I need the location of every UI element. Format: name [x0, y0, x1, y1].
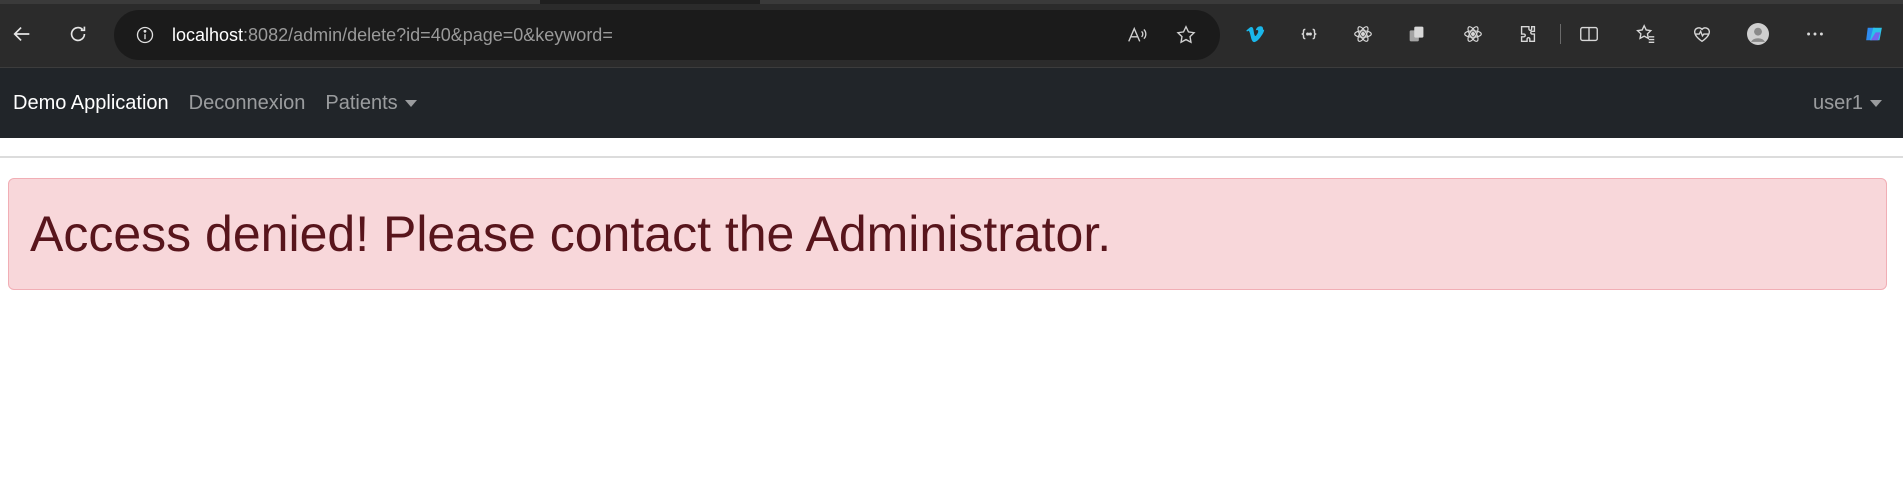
- vimeo-icon[interactable]: [1241, 20, 1269, 48]
- copilot-icon[interactable]: [1860, 20, 1888, 48]
- nav-link-deconnexion[interactable]: Deconnexion: [189, 92, 306, 115]
- access-denied-alert: Access denied! Please contact the Admini…: [8, 178, 1887, 290]
- browser-toolbar: localhost:8082/admin/delete?id=40&page=0…: [0, 0, 1903, 68]
- favorites-icon[interactable]: [1632, 20, 1660, 48]
- health-icon[interactable]: [1688, 20, 1716, 48]
- extensions-icon[interactable]: [1514, 20, 1542, 48]
- refresh-button[interactable]: [58, 14, 98, 54]
- tab-strip: [0, 0, 1903, 4]
- copy-icon[interactable]: [1403, 20, 1431, 48]
- toolbar-divider: [1560, 24, 1561, 44]
- react-icon[interactable]: [1459, 20, 1487, 48]
- read-aloud-icon[interactable]: [1125, 23, 1149, 47]
- star-icon[interactable]: [1174, 23, 1198, 47]
- alert-message: Access denied! Please contact the Admini…: [30, 206, 1112, 262]
- react-icon[interactable]: [1349, 20, 1377, 48]
- url-path: :8082/admin/delete?id=40&page=0&keyword=: [243, 24, 613, 45]
- nav-link-label: Deconnexion: [188, 91, 306, 114]
- nav-dropdown-patients[interactable]: Patients: [325, 91, 417, 115]
- tab-left[interactable]: [0, 0, 540, 4]
- code-brackets-icon[interactable]: [1295, 20, 1323, 48]
- refresh-icon: [70, 26, 86, 42]
- info-icon[interactable]: [134, 24, 156, 46]
- caret-down-icon: [404, 99, 417, 107]
- more-icon[interactable]: [1801, 20, 1829, 48]
- user-name: user1: [1812, 91, 1863, 114]
- caret-down-icon: [1870, 99, 1882, 107]
- profile-icon[interactable]: [1744, 20, 1772, 48]
- back-button[interactable]: [2, 14, 42, 54]
- back-arrow-icon: [13, 26, 30, 42]
- url-text[interactable]: localhost:8082/admin/delete?id=40&page=0…: [172, 25, 613, 46]
- tab-right[interactable]: [760, 0, 1903, 4]
- url-host: localhost: [172, 24, 244, 45]
- divider: [0, 156, 1903, 158]
- address-bar[interactable]: localhost:8082/admin/delete?id=40&page=0…: [114, 10, 1220, 60]
- split-screen-icon[interactable]: [1575, 20, 1603, 48]
- nav-link-label: Patients: [325, 91, 398, 114]
- user-dropdown[interactable]: user1: [1813, 68, 1882, 138]
- brand-link[interactable]: Demo Application: [13, 92, 169, 115]
- app-navbar: Demo Application Deconnexion Patients us…: [0, 68, 1903, 138]
